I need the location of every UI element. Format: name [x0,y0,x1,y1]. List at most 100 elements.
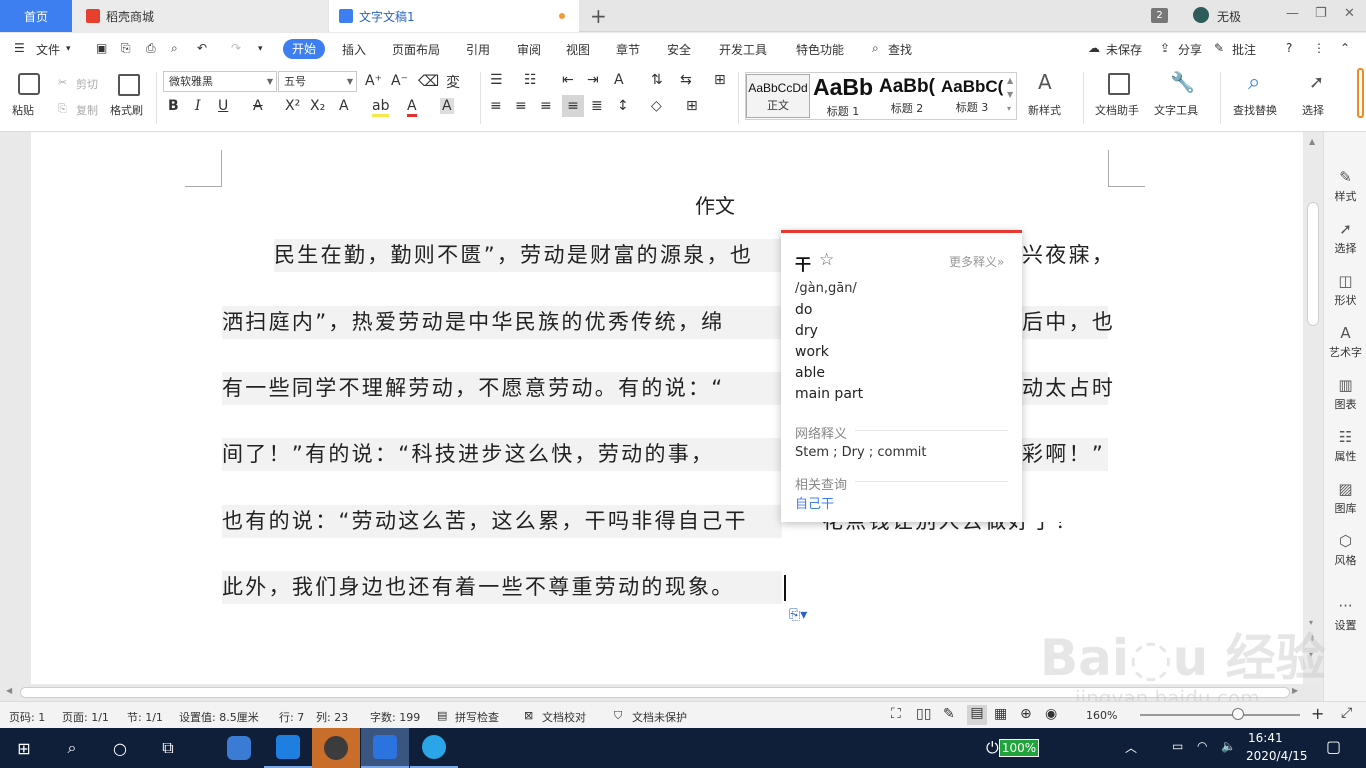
panel-charts[interactable]: ▥ 图表 [1324,376,1366,412]
windows-start-icon[interactable]: ⊞ [0,728,48,768]
web-view-icon[interactable]: ⊕ [1020,706,1032,722]
format-painter-button[interactable]: 格式刷 [110,102,143,118]
menu-special[interactable]: 特色功能 [796,41,844,58]
quick-access-chevron-icon[interactable]: ▾ [258,44,263,54]
cursor-icon[interactable]: ➚ [1309,72,1324,93]
minimize-icon[interactable]: — [1286,6,1299,21]
select-button[interactable]: 选择 [1302,102,1324,118]
panel-settings[interactable]: ··· 设置 [1324,597,1366,633]
font-select[interactable]: 微软雅黑 ▼ [163,71,277,92]
clock-time[interactable]: 16:41 [1248,731,1283,745]
status-col[interactable]: 列: 23 [316,709,348,725]
format-painter-icon[interactable] [118,74,140,96]
cortana-icon[interactable]: ○ [96,728,144,768]
status-pages[interactable]: 页面: 1/1 [62,709,109,725]
taskbar-app-3[interactable] [312,728,360,768]
menu-references[interactable]: 引用 [466,41,490,58]
new-style-icon[interactable]: A [1038,70,1052,94]
zoom-slider-thumb[interactable] [1232,708,1244,720]
underline-icon[interactable]: U [218,98,228,114]
unsaved-dot-icon[interactable] [559,13,565,19]
font-color-icon[interactable]: A [407,98,417,117]
text-effect-icon[interactable]: A [339,98,349,114]
ribbon-scroll[interactable] [1357,68,1364,118]
paste-button[interactable]: 粘贴 [12,102,34,118]
menu-file[interactable]: 文件 [36,41,60,58]
eye-protect-icon[interactable]: ◉ [1045,706,1057,722]
spellcheck-button[interactable]: 拼写检查 [455,709,499,725]
gallery-scroll-icon[interactable]: ▲ ▼ ▾ [1007,74,1013,116]
panel-properties[interactable]: ☷ 属性 [1324,428,1366,464]
status-section[interactable]: 节: 1/1 [127,709,163,725]
menu-search[interactable]: 查找 [888,41,912,58]
highlight-icon[interactable]: ab [372,98,390,117]
hamburger-icon[interactable]: ☰ [14,41,25,55]
clock-date[interactable]: 2020/4/15 [1246,749,1308,763]
task-view-icon[interactable]: ⧉ [144,728,192,768]
taskbar-wps-writer[interactable] [361,728,409,768]
unsaved-button[interactable]: 未保存 [1106,41,1142,58]
plug-icon[interactable]: ⏻ [986,738,999,758]
panel-select[interactable]: ➚ 选择 [1324,220,1366,256]
battery-icon[interactable]: ▭ [1172,739,1183,753]
expand-icon[interactable]: ⤢ [1341,705,1352,721]
shield-icon[interactable]: ⛉ [614,709,622,723]
wifi-icon[interactable]: ◠ [1197,739,1207,753]
undo-icon[interactable]: ↶ [197,41,207,55]
doc-helper-icon[interactable] [1108,73,1130,95]
chevron-down-icon[interactable]: ▾ [66,44,71,54]
tab-home[interactable]: 首页 [0,0,72,32]
menu-chapter[interactable]: 章节 [616,41,640,58]
grow-font-icon[interactable]: A⁺ [365,73,382,89]
line-spacing-icon[interactable]: ↕ [617,98,629,114]
italic-icon[interactable]: I [195,98,201,114]
status-word-count[interactable]: 字数: 199 [370,709,420,725]
tab-document[interactable]: 文字文稿1 [329,0,579,32]
paste-options-icon[interactable]: ⎘▾ [789,607,807,623]
find-replace-button[interactable]: 查找替换 [1233,102,1277,118]
avatar[interactable] [1193,7,1209,23]
related-link[interactable]: 自己干 [795,493,834,512]
borders-icon[interactable]: ⊞ [686,98,698,114]
paste-icon[interactable] [18,73,40,95]
print-icon[interactable]: ⎙ [146,41,156,56]
distribute-icon[interactable]: ≣ [591,98,603,114]
cloud-icon[interactable]: ☁ [1088,41,1100,55]
text-tools-button[interactable]: 文字工具 [1154,102,1198,118]
redo-icon[interactable]: ↷ [231,41,241,55]
find-replace-icon[interactable]: ⌕ [1248,70,1260,95]
align-left-icon[interactable]: ≡ [490,98,502,114]
panel-gallery[interactable]: ▨ 图库 [1324,480,1366,516]
menu-review[interactable]: 审阅 [517,41,541,58]
battery-indicator[interactable]: 100% [999,739,1039,757]
panel-theme[interactable]: ⬡ 风格 [1324,532,1366,568]
scroll-left-icon[interactable]: ◀ [6,686,12,695]
style-heading-3[interactable]: AaBbC(标题 3 [941,74,1003,118]
style-heading-2[interactable]: AaBb(标题 2 [876,74,938,118]
menu-developer[interactable]: 开发工具 [719,41,767,58]
taskbar-app-5[interactable] [410,728,458,768]
export-icon[interactable]: ⎘ [121,41,131,56]
zoom-in-icon[interactable]: + [1311,704,1324,723]
annotate-button[interactable]: 批注 [1232,41,1256,58]
show-marks-icon[interactable]: ⇆ [680,72,692,88]
phonetic-icon[interactable]: 変 [446,72,460,92]
new-tab-button[interactable]: + [590,4,607,28]
panel-shapes[interactable]: ◫ 形状 [1324,272,1366,308]
cut-button[interactable]: 剪切 [76,76,98,92]
zoom-slider[interactable] [1140,714,1300,716]
scroll-up-icon[interactable]: ▲ [1309,137,1315,146]
status-row[interactable]: 行: 7 [279,709,304,725]
close-icon[interactable]: ✕ [1344,6,1355,21]
proofread-icon[interactable]: ⊠ [524,709,533,722]
restore-icon[interactable]: ❐ [1315,6,1327,21]
page-view-icon[interactable]: ▤ [967,705,987,725]
style-heading-1[interactable]: AaBb 标题 1 [812,74,874,118]
text-direction-icon[interactable]: A [614,72,624,88]
copy-icon[interactable]: ⎘ [58,102,67,116]
subscript-icon[interactable]: X₂ [310,98,325,114]
share-button[interactable]: 分享 [1178,41,1202,58]
more-icon[interactable]: ⋮ [1313,41,1325,55]
tab-store[interactable]: 稻壳商城 [72,0,328,32]
menu-layout[interactable]: 页面布局 [392,41,440,58]
